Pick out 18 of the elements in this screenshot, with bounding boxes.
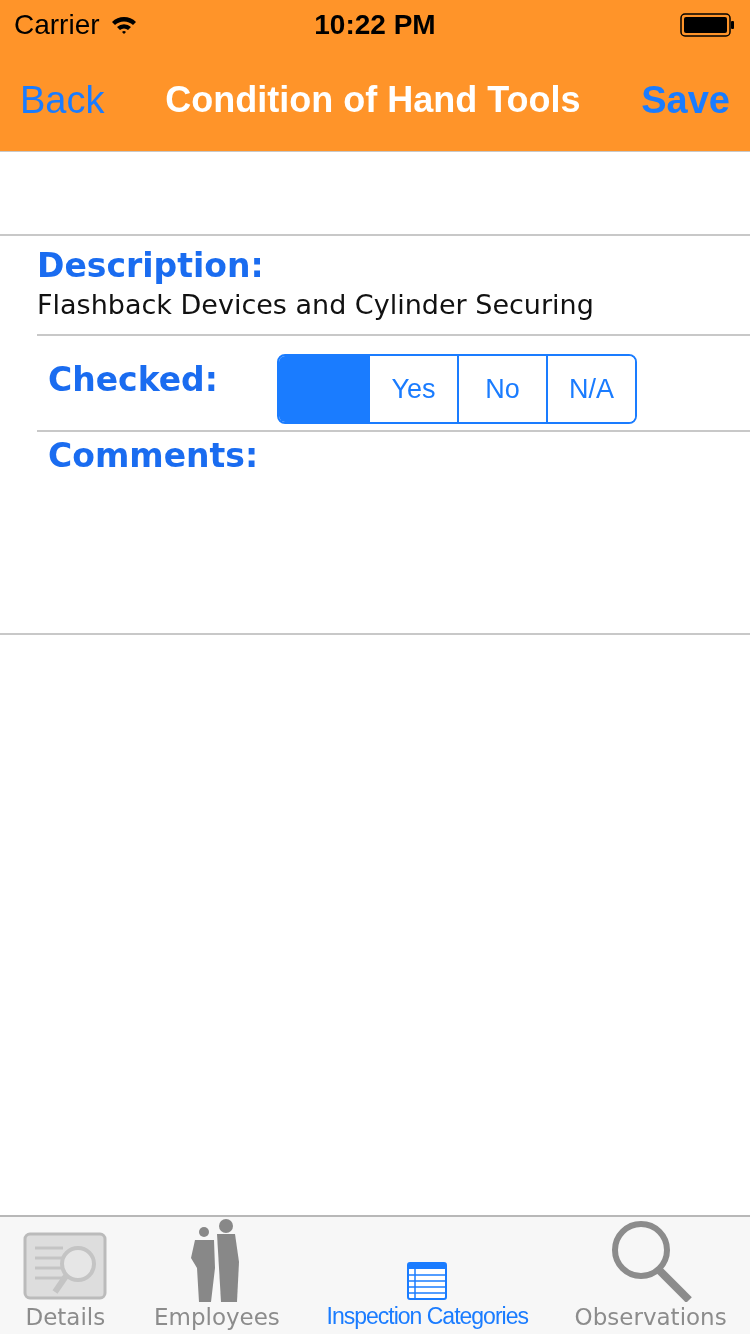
save-button[interactable]: Save [641,78,730,122]
back-button[interactable]: Back [20,78,105,122]
carrier-name: Carrier [14,9,100,41]
battery-icon [680,13,736,37]
tab-item[interactable]: Employees [153,1220,280,1334]
tab-item[interactable]: Observations [574,1220,727,1334]
comments-label: Comments: [48,436,259,475]
tab-item[interactable]: Details [23,1220,108,1334]
document-magnifier-icon [23,1232,108,1302]
screen-title: Condition of Hand Tools [165,79,581,121]
description-label: Description: [37,246,265,285]
description-text: Flashback Devices and Cylinder Securing [37,289,595,320]
status-time: 10:22 PM [313,9,437,41]
segment-option[interactable]: N/A [546,356,635,422]
segment-option[interactable] [279,356,368,422]
tab-item[interactable]: Inspection Categories [326,1220,528,1334]
checked-label: Checked: [48,360,219,399]
list-icon [407,1261,448,1301]
